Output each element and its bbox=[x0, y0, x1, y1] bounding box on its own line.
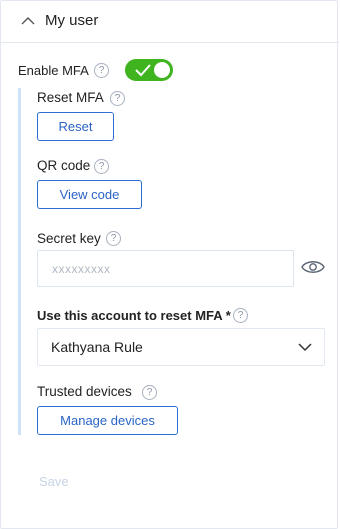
enable-mfa-label: Enable MFA bbox=[18, 63, 89, 78]
secret-key-input[interactable] bbox=[52, 260, 272, 278]
help-icon[interactable]: ? bbox=[94, 159, 109, 174]
save-button[interactable]: Save bbox=[39, 474, 69, 489]
help-icon[interactable]: ? bbox=[106, 231, 121, 246]
help-icon[interactable]: ? bbox=[142, 385, 157, 400]
help-icon[interactable]: ? bbox=[94, 63, 109, 78]
eye-icon[interactable] bbox=[301, 258, 325, 276]
help-icon[interactable]: ? bbox=[233, 308, 248, 323]
view-code-button[interactable]: View code bbox=[37, 180, 142, 209]
reset-account-select[interactable]: Kathyana Rule bbox=[37, 328, 325, 366]
help-icon[interactable]: ? bbox=[110, 91, 125, 106]
reset-button[interactable]: Reset bbox=[37, 112, 114, 141]
check-icon bbox=[135, 64, 151, 77]
reset-account-value: Kathyana Rule bbox=[51, 339, 143, 355]
manage-devices-button[interactable]: Manage devices bbox=[37, 406, 178, 435]
trusted-devices-label: Trusted devices bbox=[37, 384, 132, 399]
qr-code-label: QR code bbox=[37, 158, 91, 173]
my-user-panel: My user Enable MFA ? Reset MFA ? Reset Q… bbox=[0, 0, 339, 529]
mfa-settings-indent bbox=[18, 88, 21, 435]
section-title: My user bbox=[45, 12, 99, 29]
secret-key-field[interactable] bbox=[37, 250, 294, 287]
secret-key-label: Secret key bbox=[37, 231, 101, 246]
section-header[interactable]: My user bbox=[1, 1, 339, 43]
chevron-up-icon[interactable] bbox=[21, 16, 35, 26]
reset-account-label: Use this account to reset MFA * bbox=[37, 308, 231, 323]
toggle-knob bbox=[154, 62, 170, 78]
enable-mfa-toggle[interactable] bbox=[125, 59, 173, 81]
reset-mfa-label: Reset MFA bbox=[37, 90, 104, 105]
chevron-down-icon bbox=[298, 343, 312, 352]
